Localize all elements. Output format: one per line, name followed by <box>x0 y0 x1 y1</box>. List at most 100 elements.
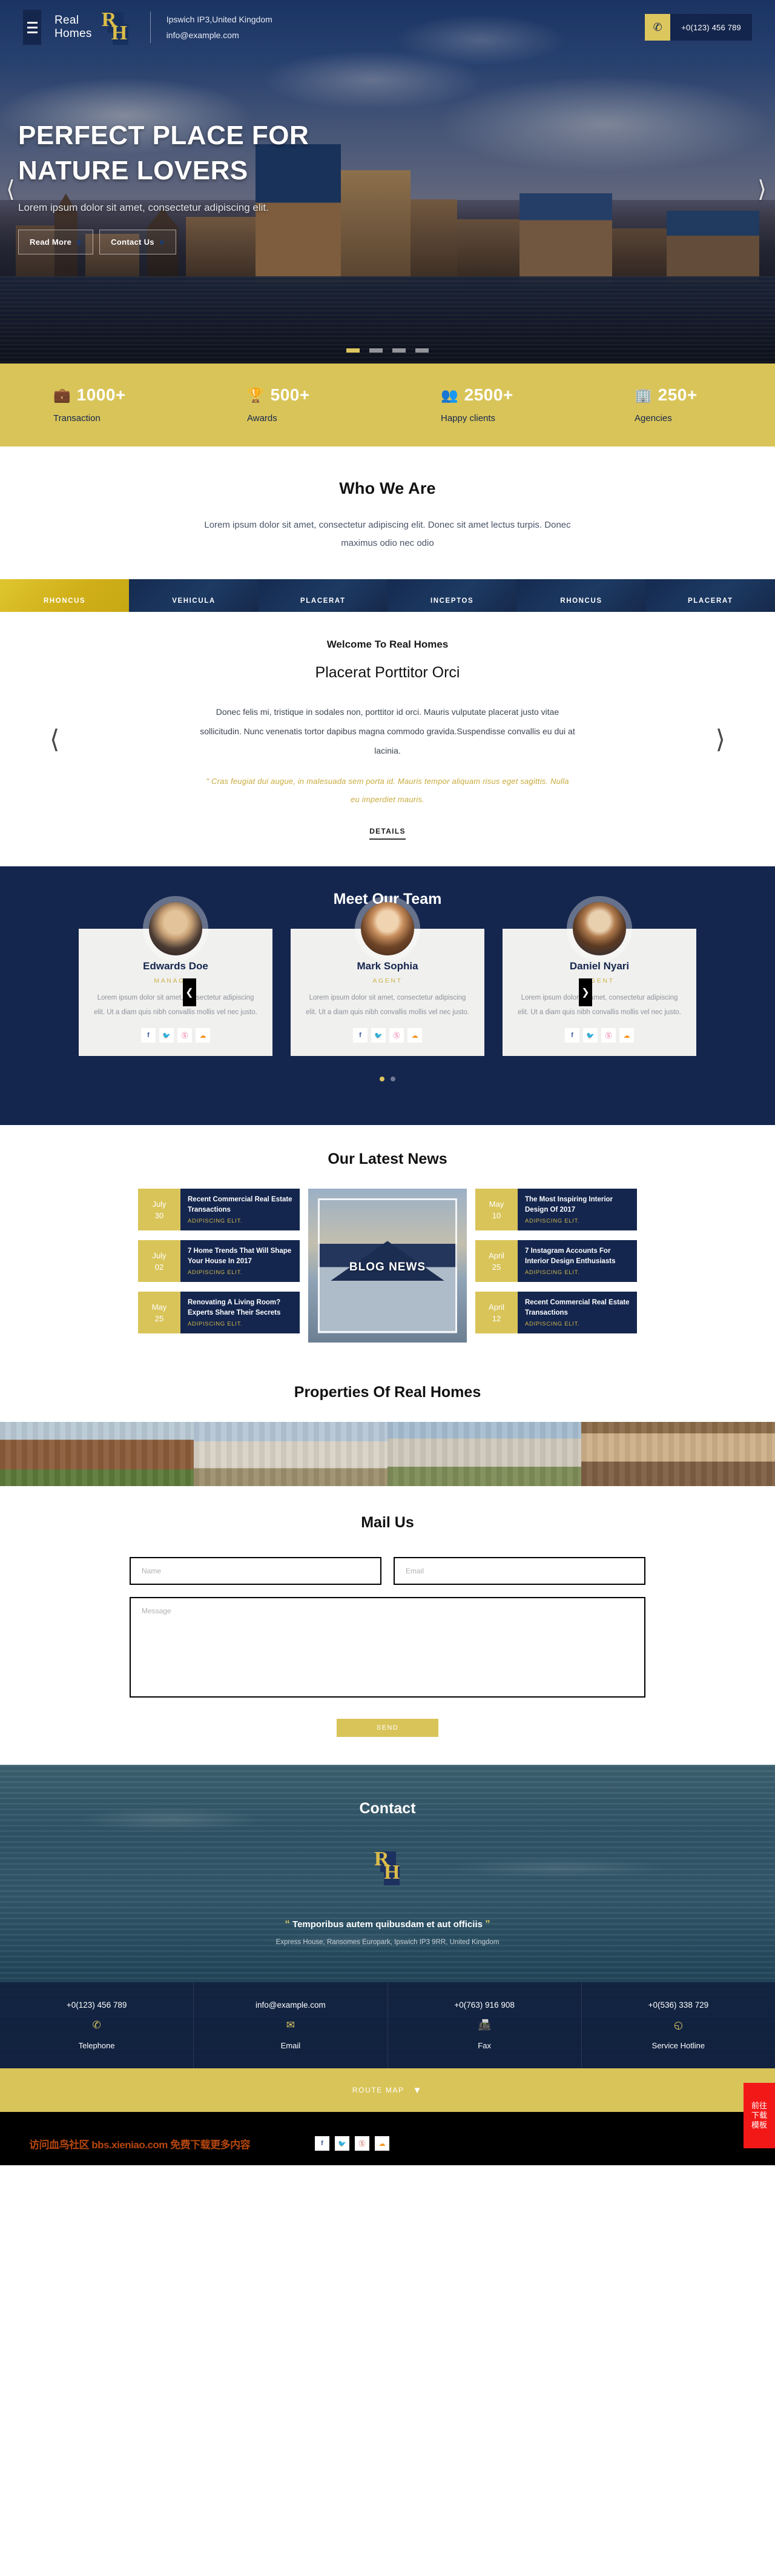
list-item[interactable]: May 25 Renovating A Living Room? Experts… <box>138 1292 300 1333</box>
contact-card-hotline[interactable]: +0(536) 338 729 ◵ Service Hotline <box>581 1982 775 2068</box>
mail-us-section: Mail Us SEND <box>0 1486 775 1765</box>
twitter-icon[interactable]: 🐦 <box>371 1028 386 1043</box>
facebook-icon[interactable]: f <box>141 1028 156 1043</box>
list-item[interactable]: July 30 Recent Commercial Real Estate Tr… <box>138 1189 300 1230</box>
team-member-name: Mark Sophia <box>357 960 418 972</box>
property-photo-2[interactable] <box>194 1422 388 1486</box>
contact-address: Express House, Ransomes Europark, Ipswic… <box>275 1939 500 1946</box>
contact-label: Service Hotline <box>651 2041 705 2050</box>
message-input[interactable] <box>130 1597 645 1698</box>
list-item[interactable]: April 12 Recent Commercial Real Estate T… <box>475 1292 637 1333</box>
tab-rhoncus-2[interactable]: RHONCUS <box>516 579 646 612</box>
news-date: April 12 <box>475 1292 518 1333</box>
facebook-icon[interactable]: f <box>353 1028 368 1043</box>
property-photo-3[interactable] <box>388 1422 581 1486</box>
news-column-left: July 30 Recent Commercial Real Estate Tr… <box>138 1189 300 1333</box>
hero-prev-button[interactable]: ⟨ <box>6 176 15 203</box>
team-dot-1[interactable] <box>380 1077 384 1081</box>
stat-number: 1000+ <box>76 385 126 404</box>
contact-label: Email <box>280 2041 301 2050</box>
header-phone-block[interactable]: ✆ +0(123) 456 789 <box>645 14 752 41</box>
contact-card-email[interactable]: info@example.com ✉ Email <box>194 1982 388 2068</box>
name-input[interactable] <box>130 1557 381 1585</box>
dribbble-icon[interactable]: Ⓢ <box>355 2136 369 2151</box>
property-photo-4[interactable] <box>581 1422 775 1486</box>
footer-logo-letter-h: H <box>384 1861 400 1884</box>
team-dot-2[interactable] <box>391 1077 395 1081</box>
download-template-button[interactable]: 前往下载模板 <box>744 2083 775 2148</box>
tab-vehicula[interactable]: VEHICULA <box>129 579 259 612</box>
email-input[interactable] <box>394 1557 645 1585</box>
news-item-title: Renovating A Living Room? Experts Share … <box>188 1299 281 1316</box>
team-prev-button[interactable]: ❮ <box>183 978 196 1006</box>
team-social-links: f 🐦 Ⓢ ☁ <box>92 1028 259 1043</box>
hero-dot-4[interactable] <box>415 348 429 353</box>
watermark-text: 访问血鸟社区 bbs.xieniao.com 免费下载更多内容 <box>29 2139 251 2151</box>
welcome-prev-button[interactable]: ⟨ <box>50 725 59 754</box>
dribbble-icon[interactable]: Ⓢ <box>177 1028 192 1043</box>
team-member-role: AGENT <box>584 977 615 984</box>
property-photo-1[interactable] <box>0 1422 194 1486</box>
team-next-button[interactable]: ❯ <box>579 978 592 1006</box>
hamburger-icon[interactable] <box>23 10 41 45</box>
welcome-next-button[interactable]: ⟩ <box>716 725 725 754</box>
details-button[interactable]: DETAILS <box>369 827 406 840</box>
rss-icon[interactable]: ☁ <box>407 1028 422 1043</box>
facebook-icon[interactable]: f <box>315 2136 329 2151</box>
properties-gallery <box>0 1422 775 1486</box>
hero-subtitle: Lorem ipsum dolor sit amet, consectetur … <box>18 202 269 213</box>
team-member-desc: Lorem ipsum dolor sit amet, consectetur … <box>306 994 469 1016</box>
rss-icon[interactable]: ☁ <box>375 2136 389 2151</box>
dribbble-icon[interactable]: Ⓢ <box>601 1028 616 1043</box>
stat-number: 500+ <box>270 385 310 404</box>
tab-placerat-2[interactable]: PLACERAT <box>645 579 775 612</box>
stat-item: 💼 1000+ Transaction <box>0 385 194 423</box>
read-more-button[interactable]: Read More <box>18 230 94 254</box>
news-date: July 30 <box>138 1189 180 1230</box>
news-day: 25 <box>492 1262 501 1272</box>
list-item[interactable]: July 02 7 Home Trends That Will Shape Yo… <box>138 1240 300 1282</box>
news-title: Our Latest News <box>328 1150 447 1167</box>
hero-dot-2[interactable] <box>369 348 383 353</box>
rss-icon[interactable]: ☁ <box>619 1028 634 1043</box>
contact-card-telephone[interactable]: +0(123) 456 789 ✆ Telephone <box>0 1982 194 2068</box>
send-button[interactable]: SEND <box>337 1719 438 1737</box>
contact-title: Contact <box>359 1800 416 1817</box>
logo-letter-h: H <box>111 22 128 44</box>
news-feature-image[interactable]: BLOG NEWS <box>308 1189 467 1343</box>
list-item[interactable]: April 25 7 Instagram Accounts For Interi… <box>475 1240 637 1282</box>
phone-icon: ✆ <box>645 14 671 41</box>
tab-placerat-1[interactable]: PLACERAT <box>258 579 388 612</box>
facebook-icon[interactable]: f <box>565 1028 579 1043</box>
hero-next-button[interactable]: ⟩ <box>757 176 767 203</box>
twitter-icon[interactable]: 🐦 <box>335 2136 349 2151</box>
route-map-toggle[interactable]: ROUTE MAP ▼ <box>0 2068 775 2112</box>
contact-us-button[interactable]: Contact Us <box>99 230 176 254</box>
stat-item: 👥 2500+ Happy clients <box>388 385 581 423</box>
brand-logo[interactable]: Real Homes R H <box>54 8 132 46</box>
list-item[interactable]: May 10 The Most Inspiring Interior Desig… <box>475 1189 637 1230</box>
contact-label: Telephone <box>78 2041 115 2050</box>
twitter-icon[interactable]: 🐦 <box>583 1028 598 1043</box>
site-header: Real Homes R H Ipswich IP3,United Kingdo… <box>0 0 775 55</box>
hero-slider: Real Homes R H Ipswich IP3,United Kingdo… <box>0 0 775 363</box>
who-we-are-section: Who We Are Lorem ipsum dolor sit amet, c… <box>0 446 775 579</box>
rss-icon[interactable]: ☁ <box>196 1028 210 1043</box>
news-item-meta: ADIPISCING ELIT. <box>525 1218 580 1224</box>
contact-quote: “ Temporibus autem quibusdam et aut offi… <box>0 1918 775 1930</box>
news-feature-caption: BLOG NEWS <box>349 1261 426 1274</box>
news-month: July <box>152 1250 167 1260</box>
header-email[interactable]: info@example.com <box>167 27 272 43</box>
hero-dot-3[interactable] <box>392 348 406 353</box>
clock-icon: ◵ <box>673 2019 683 2031</box>
dribbble-icon[interactable]: Ⓢ <box>389 1028 404 1043</box>
contact-label: Fax <box>478 2041 491 2050</box>
team-social-links: f 🐦 Ⓢ ☁ <box>516 1028 683 1043</box>
tab-inceptos[interactable]: INCEPTOS <box>387 579 517 612</box>
team-carousel: Edwards Doe MANAGER Lorem ipsum dolor si… <box>0 902 775 1056</box>
news-month: May <box>489 1199 504 1209</box>
twitter-icon[interactable]: 🐦 <box>159 1028 174 1043</box>
hero-dot-1[interactable] <box>346 348 360 353</box>
contact-card-fax[interactable]: +0(763) 916 908 📠 Fax <box>388 1982 582 2068</box>
tab-rhoncus-1[interactable]: RHONCUS <box>0 579 130 612</box>
